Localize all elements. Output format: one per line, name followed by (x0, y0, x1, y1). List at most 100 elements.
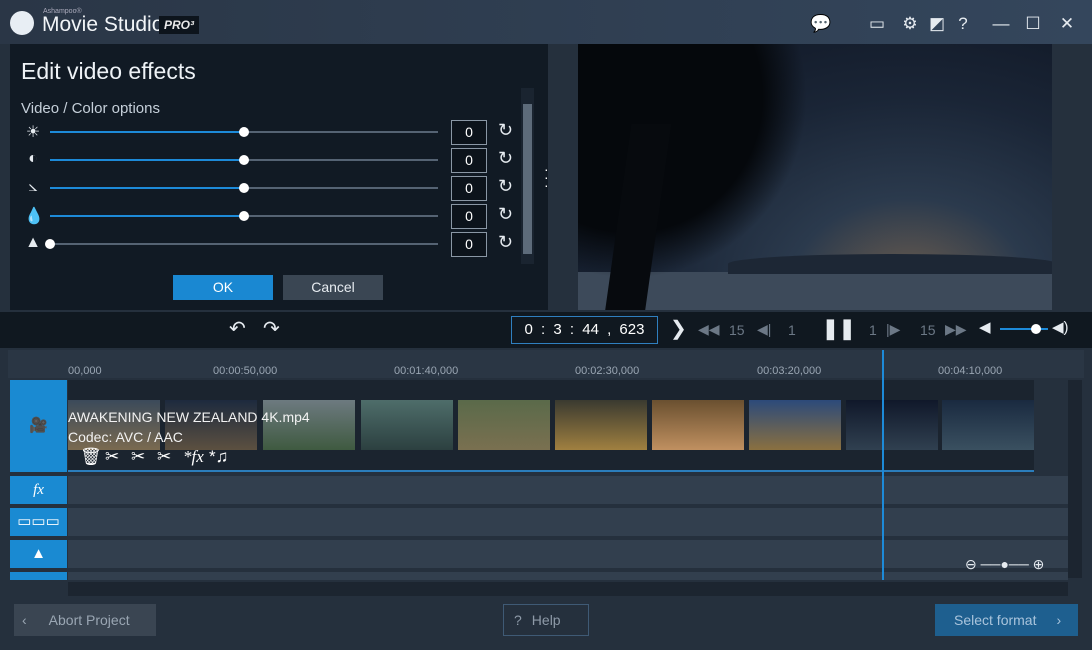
section-label: Video / Color options (21, 100, 160, 117)
transition-track-button[interactable]: ▭▭▭ (10, 508, 67, 536)
rewind-icon[interactable]: ◀◀ (698, 321, 720, 338)
reset-icon[interactable]: ↻ (498, 148, 513, 169)
timeline-zoom-control[interactable]: ⊖ ──●── ⊕ (965, 556, 1044, 573)
ruler-label: 00:03:20,000 (757, 365, 822, 377)
fx-lane[interactable] (68, 476, 1068, 504)
slider-knob[interactable] (239, 211, 249, 221)
edition-badge: PRO³ (159, 16, 199, 34)
slider-fill (50, 159, 244, 161)
cut-icon[interactable]: ✂ (105, 447, 119, 467)
select-format-button[interactable]: Select format › (935, 604, 1078, 636)
reset-icon[interactable]: ↻ (498, 176, 513, 197)
clip-name: AWAKENING NEW ZEALAND 4K.mp4 (68, 409, 310, 425)
edit-icon[interactable]: ◩ (926, 14, 948, 34)
reset-icon[interactable]: ↻ (498, 120, 513, 141)
volume-high-icon[interactable]: ◀) (1052, 318, 1069, 336)
help-button[interactable]: ? Help (503, 604, 589, 636)
scroll-thumb[interactable] (523, 104, 532, 254)
cut-start-icon[interactable]: ✂ (131, 447, 145, 467)
slider-value[interactable]: 0 (451, 232, 487, 257)
minimize-icon[interactable]: — (990, 14, 1012, 34)
monitor-icon[interactable]: ▭ (866, 14, 888, 34)
slider-knob[interactable] (239, 155, 249, 165)
slider-fill (50, 215, 244, 217)
fwd-1-label: 1 (869, 322, 877, 338)
add-music-icon[interactable]: *♫ (209, 447, 228, 467)
cancel-button[interactable]: Cancel (283, 275, 383, 300)
back-15-label: 15 (729, 322, 745, 338)
maximize-icon[interactable]: ☐ (1022, 14, 1044, 34)
timeline-ruler[interactable] (8, 350, 1084, 378)
slider-value[interactable]: 0 (451, 148, 487, 173)
timeline-horizontal-scrollbar[interactable] (68, 582, 1068, 596)
transition-lane[interactable] (68, 508, 1068, 536)
splitter-handle[interactable]: · · · (544, 162, 550, 192)
cut-end-icon[interactable]: ✂ (157, 447, 171, 467)
slider-value[interactable]: 0 (451, 120, 487, 145)
clip-thumbnail (942, 400, 1034, 450)
help-icon[interactable]: ? (952, 14, 974, 34)
volume-knob[interactable] (1031, 324, 1041, 334)
step-forward-icon[interactable]: |▶ (886, 321, 900, 338)
slider-value[interactable]: 0 (451, 204, 487, 229)
chevron-right-icon: › (1056, 612, 1062, 628)
effect-slider-row: ⦣ 0 ↻ (20, 176, 520, 201)
chat-icon[interactable]: 💬 (810, 14, 832, 34)
playhead[interactable] (882, 350, 884, 580)
slider-knob[interactable] (239, 183, 249, 193)
play-forward-icon[interactable]: ❯ (670, 316, 687, 341)
image-track-button[interactable]: ▲ (10, 540, 67, 568)
ruler-label: 00:04:10,000 (938, 365, 1003, 377)
close-icon[interactable]: ✕ (1056, 14, 1078, 34)
abort-project-button[interactable]: ‹ Abort Project (14, 604, 156, 636)
clip-thumbnail (749, 400, 841, 450)
image-lane[interactable] (68, 540, 1068, 568)
panel-title: Edit video effects (21, 58, 196, 84)
clip-thumbnail (263, 400, 355, 450)
film-reel-logo-icon (10, 11, 34, 35)
video-track-button[interactable]: 🎥 (10, 380, 67, 472)
abort-label: Abort Project (48, 612, 130, 628)
clip-thumbnail (361, 400, 453, 450)
extra-lane[interactable] (68, 572, 1068, 580)
undo-icon[interactable]: ↶ (229, 316, 246, 341)
fwd-15-label: 15 (920, 322, 936, 338)
reset-icon[interactable]: ↻ (498, 204, 513, 225)
fast-forward-icon[interactable]: ▶▶ (945, 321, 967, 338)
slider-knob[interactable] (239, 127, 249, 137)
slider-knob[interactable] (45, 239, 55, 249)
volume-low-icon[interactable]: ◀ (979, 318, 991, 336)
fx-icon: fx (33, 482, 44, 498)
step-back-icon[interactable]: ◀| (757, 321, 771, 338)
effect-slider-row: ◐ 0 ↻ (20, 148, 520, 173)
gear-icon[interactable]: ⚙ (899, 14, 921, 34)
timeline-vertical-scrollbar[interactable] (1068, 380, 1082, 578)
ruler-label: 00:02:30,000 (575, 365, 640, 377)
app-title: Movie Studio (42, 13, 164, 36)
extra-track-button[interactable] (10, 572, 67, 580)
timecode-field[interactable]: 0 : 3 : 44 , 623 (511, 316, 658, 344)
help-icon: ? (514, 612, 522, 628)
chevron-left-icon: ‹ (22, 612, 27, 628)
image-icon: ▲ (31, 545, 46, 562)
reset-icon[interactable]: ↻ (498, 232, 513, 253)
clip-thumbnail (555, 400, 647, 450)
clip-thumbnail (652, 400, 744, 450)
video-preview (578, 44, 1052, 310)
back-1-label: 1 (788, 322, 796, 338)
fx-track-button[interactable]: fx (10, 476, 67, 504)
brightness-icon: ☀ (25, 124, 41, 141)
contrast-icon: ◐ (28, 150, 38, 167)
delete-icon[interactable]: 🗑 (80, 447, 102, 467)
clip-codec: Codec: AVC / AAC (68, 429, 183, 445)
slider-value[interactable]: 0 (451, 176, 487, 201)
ok-button[interactable]: OK (173, 275, 273, 300)
sharpness-icon: ▲ (25, 234, 41, 251)
add-effect-icon[interactable]: *fx (183, 447, 204, 467)
gamma-icon: ⦣ (28, 178, 38, 195)
transition-icon: ▭▭▭ (17, 513, 60, 530)
slider-track[interactable] (50, 243, 438, 245)
pause-icon[interactable]: ❚❚ (822, 316, 856, 341)
redo-icon[interactable]: ↷ (263, 316, 280, 341)
select-format-label: Select format (954, 612, 1037, 628)
